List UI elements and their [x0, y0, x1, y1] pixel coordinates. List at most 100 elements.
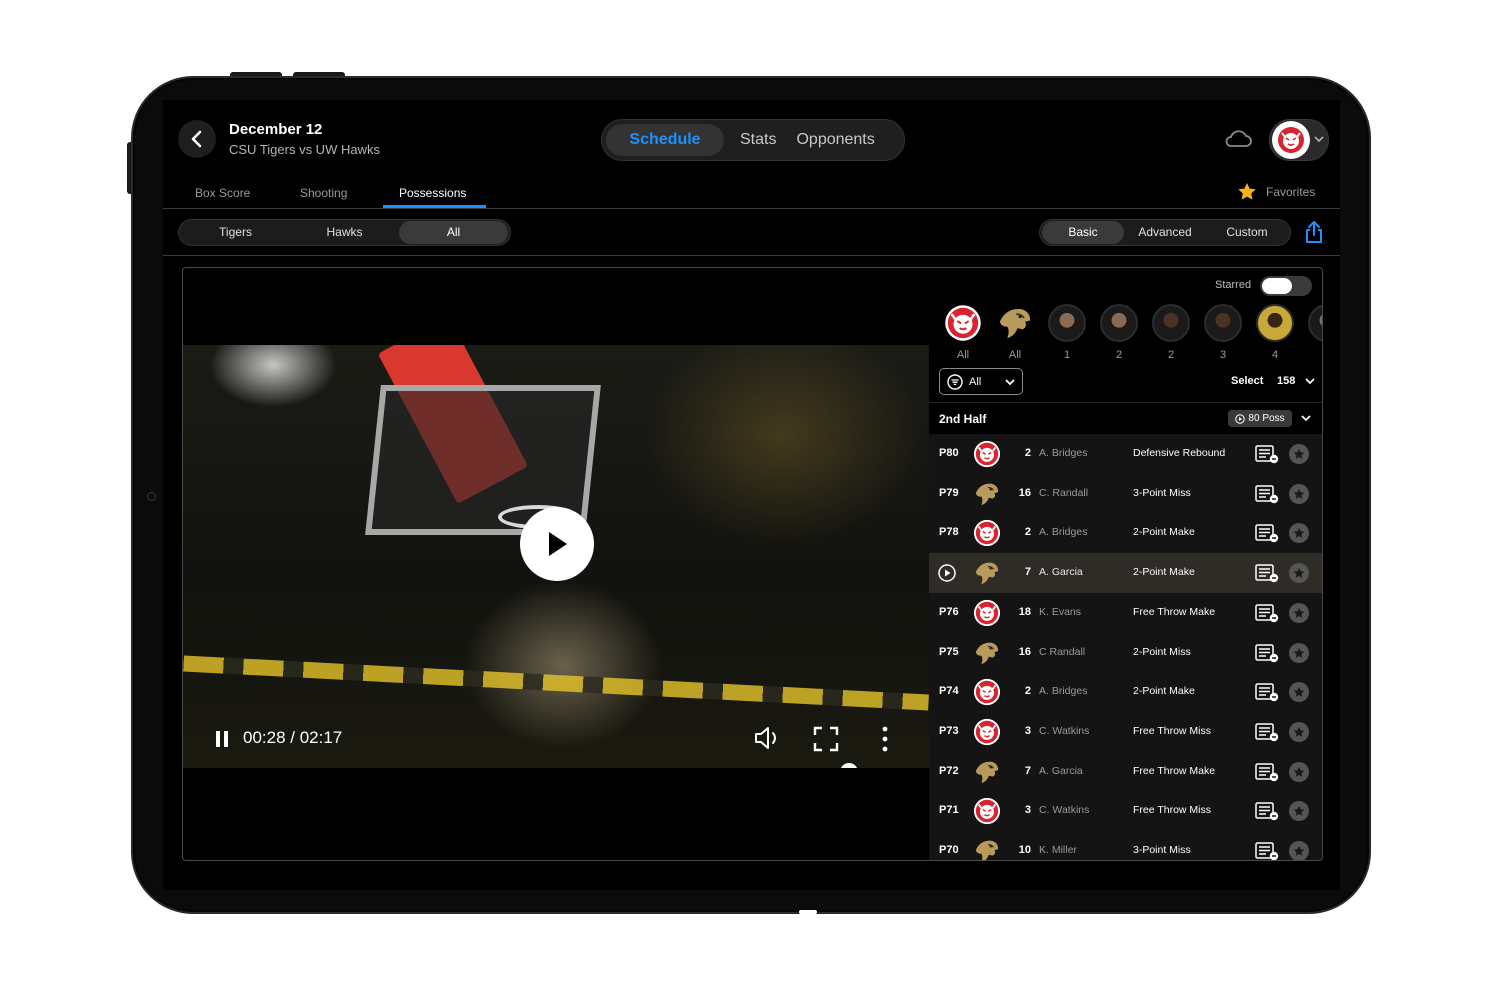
add-to-playlist-icon[interactable]: [1255, 682, 1279, 707]
tab-possessions[interactable]: Possessions: [399, 186, 466, 200]
hawks-logo-icon: [972, 558, 1002, 588]
player-filter-0[interactable]: All: [943, 304, 983, 361]
possession-row[interactable]: P78 2 A. Bridges 2-Point Make: [929, 513, 1322, 554]
player-filter-overflow[interactable]: [1307, 304, 1322, 342]
chevron-down-icon[interactable]: [1300, 412, 1312, 424]
player-filter-5[interactable]: 3: [1203, 304, 1243, 361]
fullscreen-icon[interactable]: [813, 726, 839, 752]
possession-row[interactable]: P80 2 A. Bridges Defensive Rebound: [929, 434, 1322, 474]
add-to-playlist-icon[interactable]: [1255, 444, 1279, 469]
player-filter-4[interactable]: 2: [1151, 304, 1191, 361]
select-label[interactable]: Select: [1231, 375, 1263, 387]
player-filter-6[interactable]: 4: [1255, 304, 1295, 361]
possession-row[interactable]: P75 16 C Randall 2-Point Miss: [929, 632, 1322, 673]
star-icon[interactable]: [1289, 721, 1309, 742]
video-progress-thumb[interactable]: [840, 763, 858, 768]
event-type: Free Throw Make: [1133, 764, 1216, 777]
possession-row[interactable]: P79 16 C. Randall 3-Point Miss: [929, 473, 1322, 514]
play-circle-icon[interactable]: [938, 564, 956, 582]
player-filter-3[interactable]: 2: [1099, 304, 1139, 361]
event-type: 2-Point Make: [1133, 685, 1195, 698]
player-avatar: [1204, 304, 1242, 342]
cloud-icon[interactable]: [1223, 127, 1253, 149]
add-to-playlist-icon[interactable]: [1255, 643, 1279, 668]
team-filter-hawks[interactable]: Hawks: [290, 221, 399, 244]
half-title: 2nd Half: [939, 412, 987, 426]
play-button[interactable]: [520, 507, 594, 581]
filter-icon: [947, 373, 963, 390]
tigers-logo-icon: [972, 677, 1002, 707]
player-name: A. Garcia: [1039, 764, 1083, 777]
tigers-logo-icon: [972, 796, 1002, 826]
video-player[interactable]: 00:28 / 02:17: [183, 345, 929, 768]
possession-id: P72: [939, 764, 959, 777]
add-to-playlist-icon[interactable]: [1255, 801, 1279, 826]
possession-row[interactable]: 7 A. Garcia 2-Point Make: [929, 553, 1322, 594]
team-filter-tigers[interactable]: Tigers: [181, 221, 290, 244]
more-options-icon[interactable]: [881, 726, 889, 752]
player-name: A. Garcia: [1039, 566, 1083, 579]
add-to-playlist-icon[interactable]: [1255, 523, 1279, 548]
star-icon[interactable]: [1289, 563, 1309, 584]
tab-schedule[interactable]: Schedule: [606, 124, 724, 156]
player-filter-label: All: [956, 349, 970, 361]
chevron-down-icon: [1005, 378, 1015, 385]
share-icon[interactable]: [1304, 220, 1324, 244]
possession-row[interactable]: P72 7 A. Garcia Free Throw Make: [929, 751, 1322, 792]
possession-id: P78: [939, 526, 959, 539]
tab-stats[interactable]: Stats: [730, 124, 786, 156]
half-header[interactable]: 2nd Half 80 Poss: [929, 402, 1322, 434]
add-to-playlist-icon[interactable]: [1255, 841, 1279, 860]
tigers-logo-icon: [972, 518, 1002, 548]
add-to-playlist-icon[interactable]: [1255, 603, 1279, 628]
tab-shooting[interactable]: Shooting: [300, 186, 347, 200]
star-icon[interactable]: [1289, 761, 1309, 782]
mode-custom[interactable]: Custom: [1206, 221, 1288, 244]
app-screen: December 12 CSU Tigers vs UW Hawks Sched…: [163, 100, 1340, 890]
jersey-number: 7: [1024, 764, 1031, 777]
mode-basic[interactable]: Basic: [1042, 221, 1124, 244]
player-filter-1[interactable]: All: [995, 304, 1035, 361]
team-account-button[interactable]: [1269, 119, 1329, 161]
possession-row[interactable]: P71 3 C. Watkins Free Throw Miss: [929, 791, 1322, 832]
event-type: Free Throw Miss: [1133, 804, 1211, 817]
add-to-playlist-icon[interactable]: [1255, 563, 1279, 588]
star-icon[interactable]: [1289, 602, 1309, 623]
event-filter-dropdown[interactable]: All: [939, 368, 1023, 395]
star-icon[interactable]: [1289, 483, 1309, 504]
tab-opponents[interactable]: Opponents: [786, 124, 884, 156]
add-to-playlist-icon[interactable]: [1255, 484, 1279, 509]
player-name: A. Bridges: [1039, 685, 1088, 698]
possession-row[interactable]: P76 18 K. Evans Free Throw Make: [929, 592, 1322, 633]
add-to-playlist-icon[interactable]: [1255, 762, 1279, 787]
add-to-playlist-icon[interactable]: [1255, 722, 1279, 747]
possession-row[interactable]: P70 10 K. Miller 3-Point Miss: [929, 831, 1322, 860]
possession-id: P75: [939, 645, 959, 658]
star-icon[interactable]: [1289, 801, 1309, 822]
team-filter-all[interactable]: All: [399, 221, 508, 244]
player-avatar: [1256, 304, 1294, 342]
star-icon[interactable]: [1289, 642, 1309, 663]
possession-row[interactable]: P73 3 C. Watkins Free Throw Miss: [929, 711, 1322, 752]
star-icon[interactable]: [1289, 841, 1309, 860]
possession-row[interactable]: P74 2 A. Bridges 2-Point Make: [929, 672, 1322, 713]
pause-icon[interactable]: [215, 730, 229, 748]
star-icon[interactable]: [1289, 444, 1309, 464]
player-avatar: [1152, 304, 1190, 342]
volume-icon[interactable]: [753, 726, 781, 750]
player-name: C. Randall: [1039, 486, 1089, 499]
tab-box-score[interactable]: Box Score: [195, 186, 250, 200]
back-button[interactable]: [178, 120, 216, 158]
mode-advanced[interactable]: Advanced: [1124, 221, 1206, 244]
player-filter-2[interactable]: 1: [1047, 304, 1087, 361]
chevron-down-icon[interactable]: [1304, 375, 1316, 387]
game-date: December 12: [229, 121, 323, 138]
possession-id: P76: [939, 605, 959, 618]
star-icon[interactable]: [1289, 682, 1309, 703]
player-filter-label: 2: [1115, 349, 1123, 361]
toggle-knob: [1262, 278, 1292, 294]
starred-toggle[interactable]: [1260, 276, 1312, 296]
star-icon[interactable]: [1289, 523, 1309, 544]
video-time: 00:28 / 02:17: [243, 728, 343, 747]
favorites-button[interactable]: Favorites: [1237, 182, 1315, 201]
